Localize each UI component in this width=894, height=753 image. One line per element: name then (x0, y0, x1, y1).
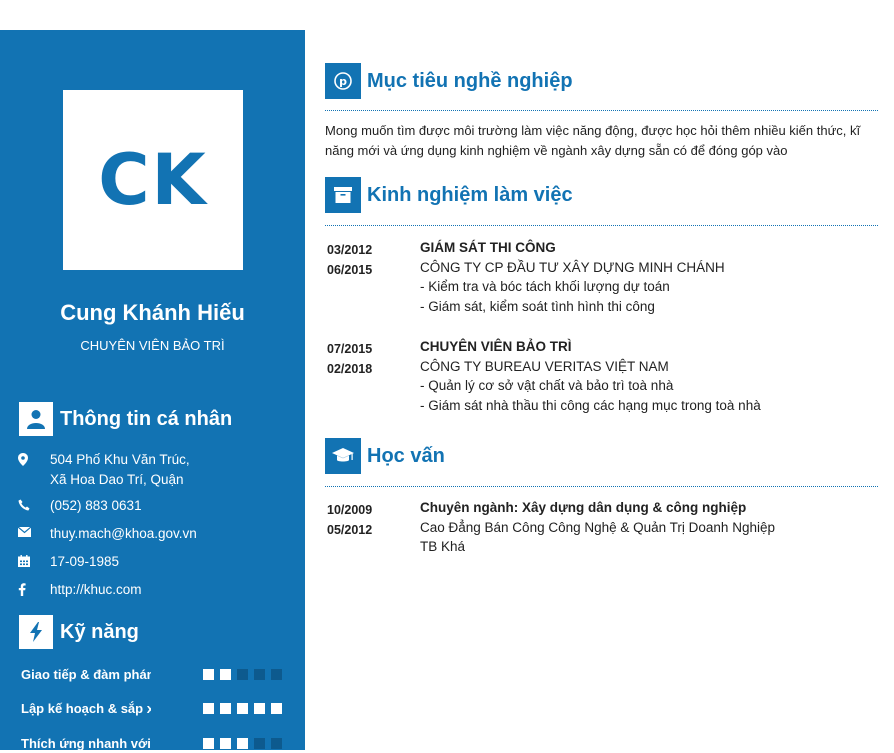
entry-grade: TB Khá (420, 539, 466, 554)
entry-end-date: 02/2018 (327, 362, 373, 376)
skill-dot (203, 702, 214, 714)
entry-end-date: 06/2015 (327, 263, 373, 277)
entry-end-date: 05/2012 (327, 523, 373, 537)
objective-title: Mục tiêu nghề nghiệp (367, 69, 573, 92)
entry-company: CÔNG TY CP ĐẦU TƯ XÂY DỰNG MINH CHÁNH (420, 259, 725, 275)
avatar: CK (63, 90, 243, 270)
website-value[interactable]: http://khuc.com (50, 580, 142, 600)
skills-header: Kỹ năng (19, 615, 139, 649)
entry-duty: - Giám sát, kiểm soát tình hình thi công (420, 298, 655, 314)
entry-position: CHUYÊN VIÊN BẢO TRÌ (420, 339, 572, 354)
sidebar: CK Cung Khánh Hiếu CHUYÊN VIÊN BẢO TRÌ T… (0, 30, 305, 753)
skill-label: Lập kế hoạch & sắp xếp (21, 700, 151, 716)
personal-info-header: Thông tin cá nhân (19, 402, 232, 436)
entry-school: Cao Đẳng Bán Công Công Nghệ & Quản Trị D… (420, 519, 775, 535)
skill-dot (271, 702, 282, 714)
skill-level (203, 668, 282, 680)
website-row: http://khuc.com (18, 580, 142, 600)
lightning-icon (19, 615, 53, 649)
entry-start-date: 03/2012 (327, 243, 373, 257)
skill-dot (203, 668, 214, 680)
birthday-value: 17-09-1985 (50, 554, 120, 569)
entry-start-date: 07/2015 (327, 342, 373, 356)
entry-company: CÔNG TY BUREAU VERITAS VIỆT NAM (420, 358, 669, 374)
skill-label: Giao tiếp & đàm phán (21, 666, 151, 682)
skill-row: Giao tiếp & đàm phán (21, 664, 286, 684)
entry-major: Chuyên ngành: Xây dựng dân dụng & công n… (420, 500, 747, 515)
entry-position: GIÁM SÁT THI CÔNG (420, 240, 556, 255)
skill-row: Lập kế hoạch & sắp xếp (21, 698, 286, 718)
skill-row: Thích ứng nhanh với (21, 733, 286, 753)
skill-dot (271, 668, 282, 680)
entry-duty: - Quản lý cơ sở vật chất và bảo trì toà … (420, 378, 674, 393)
section-divider (325, 486, 878, 487)
skill-dot (237, 737, 248, 749)
education-header: Học vấn (325, 438, 445, 474)
address-line-1: 504 Phố Khu Văn Trúc, (50, 452, 190, 467)
section-divider (325, 225, 878, 226)
email-value[interactable]: thuy.mach@khoa.gov.vn (50, 524, 197, 544)
svg-text:p: p (339, 75, 347, 88)
skills-title: Kỹ năng (60, 620, 139, 643)
skill-level (203, 702, 282, 714)
entry-duty: - Giám sát nhà thầu thi công các hạng mụ… (420, 397, 761, 413)
skill-level (203, 737, 282, 749)
facebook-icon (18, 580, 50, 600)
address-row: 504 Phố Khu Văn Trúc, Xã Hoa Dao Trí, Qu… (18, 450, 190, 490)
calendar-icon (18, 552, 50, 572)
skill-dot (254, 702, 265, 714)
address-line-2: Xã Hoa Dao Trí, Quận (50, 472, 184, 487)
skill-dot (237, 668, 248, 680)
user-icon (19, 402, 53, 436)
experience-title: Kinh nghiệm làm việc (367, 183, 573, 206)
profile-role: CHUYÊN VIÊN BẢO TRÌ (80, 338, 225, 353)
objective-header: p Mục tiêu nghề nghiệp (325, 63, 573, 99)
archive-icon (325, 177, 361, 213)
personal-info-title: Thông tin cá nhân (60, 407, 233, 430)
envelope-icon (18, 524, 50, 544)
phone-icon (18, 496, 50, 516)
avatar-initials: CK (98, 139, 208, 221)
pinterest-icon: p (325, 63, 361, 99)
phone-value: (052) 883 0631 (50, 498, 142, 513)
skill-dot (220, 737, 231, 749)
skill-dot (237, 702, 248, 714)
skill-dot (254, 668, 265, 680)
objective-text: Mong muốn tìm được môi trường làm việc n… (325, 123, 861, 158)
skill-dot (271, 737, 282, 749)
graduation-cap-icon (325, 438, 361, 474)
entry-duty: - Kiểm tra và bóc tách khối lượng dự toá… (420, 279, 670, 294)
education-title: Học vấn (367, 444, 445, 467)
entry-start-date: 10/2009 (327, 503, 373, 517)
skill-dot (254, 737, 265, 749)
birthday-row: 17-09-1985 (18, 552, 119, 572)
skill-label: Thích ứng nhanh với (21, 735, 151, 751)
map-marker-icon (18, 450, 50, 490)
email-row: thuy.mach@khoa.gov.vn (18, 524, 197, 544)
phone-row: (052) 883 0631 (18, 496, 142, 516)
section-divider (325, 110, 878, 111)
profile-name: Cung Khánh Hiếu (60, 300, 245, 325)
experience-header: Kinh nghiệm làm việc (325, 177, 573, 213)
skill-dot (220, 702, 231, 714)
skill-dot (203, 737, 214, 749)
skill-dot (220, 668, 231, 680)
